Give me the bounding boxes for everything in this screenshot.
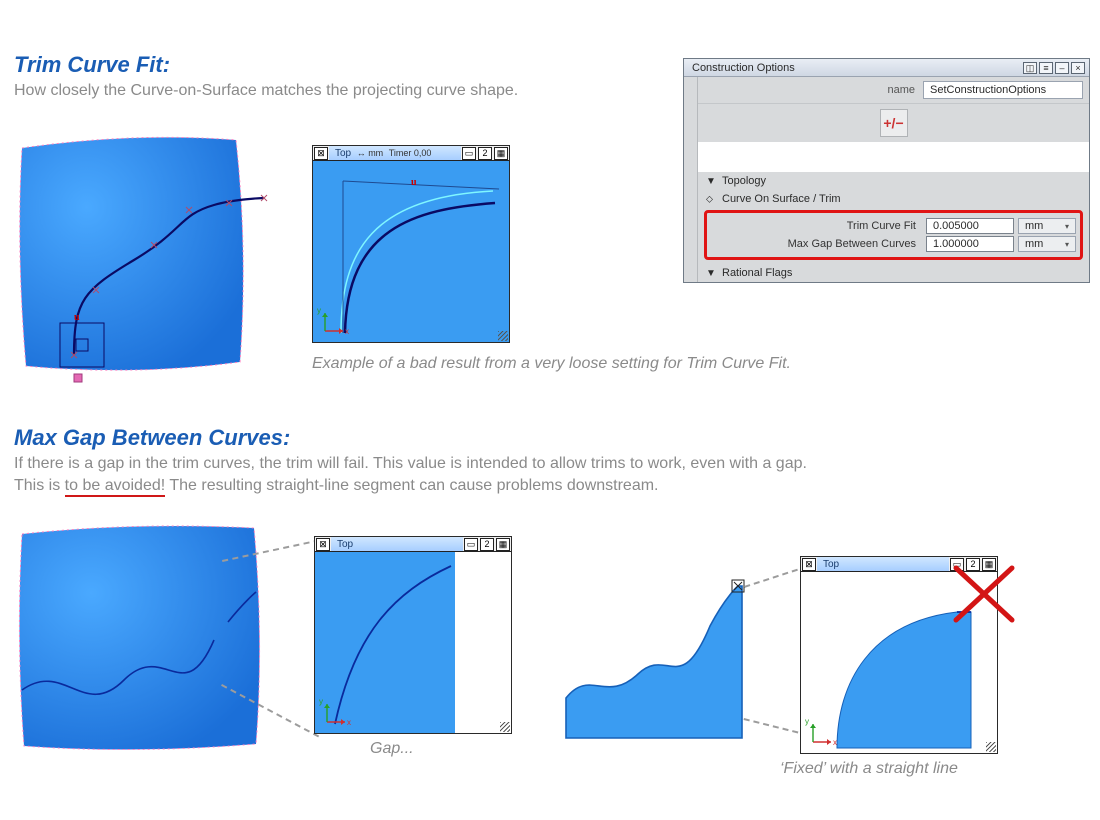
trim-curve-fit-input[interactable]: 0.005000 bbox=[926, 218, 1014, 234]
viewport-two-icon[interactable]: 2 bbox=[478, 147, 492, 160]
caption-fixed: ‘Fixed’ with a straight line bbox=[780, 760, 958, 778]
section1-subtext: How closely the Curve-on-Surface matches… bbox=[14, 80, 518, 102]
svg-text:y: y bbox=[319, 697, 323, 706]
surface-trim-example: u bbox=[14, 130, 274, 390]
surface-gap-example bbox=[14, 520, 266, 756]
panel-title: Construction Options bbox=[688, 62, 1021, 74]
section2-subtext-b-pre: This is bbox=[14, 477, 65, 494]
panel-minimize-icon[interactable]: – bbox=[1055, 62, 1069, 74]
viewport-two-icon[interactable]: 2 bbox=[480, 538, 494, 551]
panel-menu-icon[interactable]: ≡ bbox=[1039, 62, 1053, 74]
viewport-close-icon[interactable]: ⊠ bbox=[314, 147, 328, 160]
param-max-gap: Max Gap Between Curves 1.000000 mm ▾ bbox=[711, 236, 1076, 252]
dropdown-arrow-icon: ▾ bbox=[1065, 222, 1069, 231]
error-x-icon bbox=[950, 560, 1020, 630]
panel-name-label: name bbox=[887, 84, 915, 96]
viewport-grid-icon[interactable]: ▦ bbox=[496, 538, 510, 551]
svg-text:y: y bbox=[317, 306, 321, 315]
viewport-gap: ⊠ Top ▭ 2 ▦ x y bbox=[314, 536, 512, 734]
torn-edge bbox=[698, 142, 1089, 172]
viewport-trim-fit: ⊠ Top ↔ mm Timer 0,00 ▭ 2 ▦ u x y bbox=[312, 145, 510, 343]
max-gap-unit-dropdown[interactable]: mm ▾ bbox=[1018, 236, 1076, 252]
svg-text:x: x bbox=[833, 738, 837, 747]
panel-collapse-icon[interactable]: ◫ bbox=[1023, 62, 1037, 74]
section-curve-on-surface[interactable]: ⬦ Curve On Surface / Trim bbox=[698, 190, 1089, 208]
section2-heading: Max Gap Between Curves: bbox=[14, 425, 1084, 451]
viewport-grid-icon[interactable]: ▦ bbox=[494, 147, 508, 160]
viewport-layout-icon[interactable]: ▭ bbox=[464, 538, 478, 551]
param-trim-curve-fit: Trim Curve Fit 0.005000 mm ▾ bbox=[711, 218, 1076, 234]
section1-caption: Example of a bad result from a very loos… bbox=[312, 355, 852, 373]
viewport-label: Top bbox=[823, 559, 839, 570]
resize-handle-icon[interactable] bbox=[500, 722, 510, 732]
panel-close-icon[interactable]: × bbox=[1071, 62, 1085, 74]
viewport-units: ↔ mm bbox=[357, 148, 384, 158]
svg-text:y: y bbox=[805, 717, 809, 726]
section2-emphasis: to be avoided! bbox=[65, 477, 166, 497]
unit-label: mm bbox=[1025, 220, 1043, 232]
section-cos-label: Curve On Surface / Trim bbox=[722, 193, 841, 205]
construction-options-panel: Construction Options ◫ ≡ – × name SetCon… bbox=[683, 58, 1090, 283]
viewport-layout-icon[interactable]: ▭ bbox=[462, 147, 476, 160]
svg-text:u: u bbox=[411, 177, 417, 188]
panel-side-column bbox=[684, 77, 698, 282]
section-rational-flags[interactable]: ▼ Rational Flags bbox=[698, 264, 1089, 282]
tool-plusminus-icon[interactable]: +/− bbox=[880, 109, 908, 137]
viewport-close-icon[interactable]: ⊠ bbox=[802, 558, 816, 571]
resize-handle-icon[interactable] bbox=[986, 742, 996, 752]
caption-gap: Gap... bbox=[370, 740, 414, 758]
section1-heading: Trim Curve Fit: bbox=[14, 52, 518, 78]
viewport-label: Top bbox=[337, 539, 353, 550]
chevron-down-icon: ▼ bbox=[706, 176, 716, 187]
viewport-close-icon[interactable]: ⊠ bbox=[316, 538, 330, 551]
trim-curve-fit-unit-dropdown[interactable]: mm ▾ bbox=[1018, 218, 1076, 234]
svg-text:u: u bbox=[74, 312, 80, 323]
panel-name-value[interactable]: SetConstructionOptions bbox=[923, 81, 1083, 99]
section-topology-label: Topology bbox=[722, 175, 766, 187]
section-rational-label: Rational Flags bbox=[722, 267, 792, 279]
max-gap-input[interactable]: 1.000000 bbox=[926, 236, 1014, 252]
resize-handle-icon[interactable] bbox=[498, 331, 508, 341]
param-label: Max Gap Between Curves bbox=[711, 238, 926, 250]
highlighted-params: Trim Curve Fit 0.005000 mm ▾ Max Gap Betw… bbox=[704, 210, 1083, 260]
param-label: Trim Curve Fit bbox=[711, 220, 926, 232]
section-topology[interactable]: ▼ Topology bbox=[698, 172, 1089, 190]
viewport-timer: Timer 0,00 bbox=[389, 148, 432, 158]
viewport-label: Top bbox=[335, 148, 351, 159]
unit-label: mm bbox=[1025, 238, 1043, 250]
chevron-down-icon: ▼ bbox=[706, 268, 716, 279]
section2-subtext-a: If there is a gap in the trim curves, th… bbox=[14, 455, 807, 472]
section2-subtext-b-post: The resulting straight-line segment can … bbox=[165, 477, 658, 494]
chevron-up-icon: ⬦ bbox=[706, 194, 716, 205]
dropdown-arrow-icon: ▾ bbox=[1065, 240, 1069, 249]
svg-text:x: x bbox=[347, 718, 351, 727]
svg-text:x: x bbox=[345, 327, 349, 336]
